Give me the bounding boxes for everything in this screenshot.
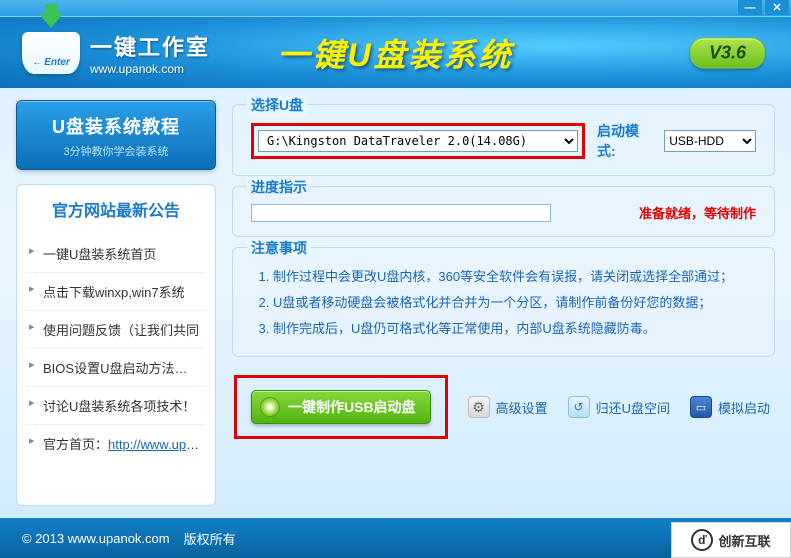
app-title: 一键U盘装系统	[277, 30, 513, 76]
logo-icon: Enter	[22, 32, 80, 74]
homepage-link[interactable]: http://www.upano	[108, 437, 205, 452]
news-heading: 官方网站最新公告	[27, 197, 205, 221]
tutorial-title: U盘装系统教程	[23, 113, 209, 139]
copyright-text: © 2013 www.upanok.com	[22, 531, 170, 546]
panel-select-usb: 选择U盘 G:\Kingston DataTraveler 2.0(14.08G…	[232, 104, 775, 176]
tutorial-subtitle: 3分钟教你学会装系统	[23, 143, 209, 159]
news-item[interactable]: 使用问题反馈（让我们共同	[27, 311, 205, 349]
highlight-box: 一键制作USB启动盘	[234, 375, 448, 439]
rights-text: 版权所有	[184, 529, 236, 548]
status-text: 准备就绪，等待制作	[639, 203, 756, 222]
tutorial-button[interactable]: U盘装系统教程 3分钟教你学会装系统	[16, 100, 216, 170]
news-card: 官方网站最新公告 一键U盘装系统首页 点击下载winxp,win7系统 使用问题…	[16, 184, 216, 506]
app-header: Enter 一键工作室 www.upanok.com 一键U盘装系统 V3.6	[0, 16, 791, 88]
news-item[interactable]: 点击下载winxp,win7系统	[27, 273, 205, 311]
panel-label: 进度指示	[247, 177, 311, 197]
version-badge: V3.6	[690, 37, 765, 68]
brand-url: www.upanok.com	[90, 62, 210, 76]
action-bar: 一键制作USB启动盘 ⚙ 高级设置 ↺ 归还U盘空间 ▭ 模拟启动	[232, 367, 775, 443]
watermark-text: 创新互联	[718, 531, 770, 550]
panel-label: 注意事项	[247, 238, 311, 258]
boot-mode-label: 启动模式:	[597, 121, 656, 161]
title-bar: — ✕	[0, 0, 791, 16]
download-arrow-icon	[39, 14, 63, 28]
restore-space-button[interactable]: ↺ 归还U盘空间	[568, 396, 670, 418]
highlight-box: G:\Kingston DataTraveler 2.0(14.08G)	[251, 123, 585, 159]
watermark-icon: ď	[691, 529, 713, 551]
monitor-icon: ▭	[690, 396, 712, 418]
news-item[interactable]: 一键U盘装系统首页	[27, 235, 205, 273]
news-item[interactable]: 讨论U盘装系统各项技术！	[27, 387, 205, 425]
panel-notes: 注意事项 制作过程中会更改U盘内核，360等安全软件会有误报，请关闭或选择全部通…	[232, 247, 775, 357]
news-item-homepage[interactable]: 官方首页：http://www.upano	[27, 425, 205, 462]
gear-icon: ⚙	[468, 396, 490, 418]
panel-label: 选择U盘	[247, 95, 307, 115]
close-button[interactable]: ✕	[765, 0, 789, 15]
progress-bar	[251, 204, 551, 222]
make-usb-button[interactable]: 一键制作USB启动盘	[251, 390, 431, 424]
enter-label: Enter	[22, 57, 80, 68]
panel-progress: 进度指示 准备就绪，等待制作	[232, 186, 775, 237]
usb-drive-select[interactable]: G:\Kingston DataTraveler 2.0(14.08G)	[258, 130, 578, 152]
note-item: 制作过程中会更改U盘内核，360等安全软件会有误报，请关闭或选择全部通过；	[273, 264, 756, 290]
disc-icon	[260, 397, 280, 417]
simulate-boot-button[interactable]: ▭ 模拟启动	[690, 396, 770, 418]
boot-mode-select[interactable]: USB-HDD	[664, 130, 756, 152]
restore-icon: ↺	[568, 396, 590, 418]
advanced-settings-button[interactable]: ⚙ 高级设置	[468, 396, 548, 418]
brand-name: 一键工作室	[90, 30, 210, 62]
minimize-button[interactable]: —	[738, 0, 762, 15]
news-item[interactable]: BIOS设置U盘启动方法…	[27, 349, 205, 387]
note-item: U盘或者移动硬盘会被格式化并合并为一个分区，请制作前备份好您的数据；	[273, 290, 756, 316]
note-item: 制作完成后，U盘仍可格式化等正常使用，内部U盘系统隐藏防毒。	[273, 316, 756, 342]
watermark: ď 创新互联	[671, 522, 791, 558]
